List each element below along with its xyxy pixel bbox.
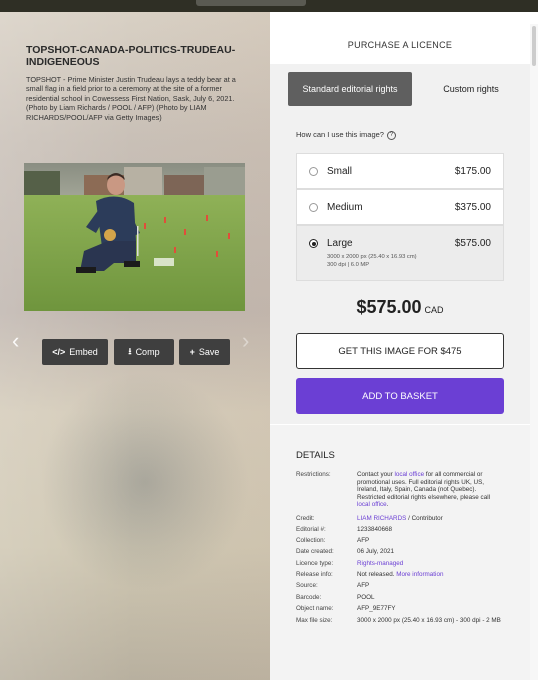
- credit-link[interactable]: LIAM RICHARDS: [357, 515, 406, 522]
- local-office-link-2[interactable]: local office: [357, 501, 387, 508]
- purchase-header: PURCHASE A LICENCE: [347, 40, 453, 50]
- scrollbar[interactable]: [530, 24, 538, 680]
- detail-row-restrictions: Restrictions: Contact your local office …: [296, 471, 510, 511]
- licence-type-link[interactable]: Rights-managed: [357, 560, 503, 568]
- usage-question[interactable]: How can I use this image??: [296, 130, 396, 140]
- embed-label: Embed: [69, 347, 98, 357]
- code-icon: </>: [52, 347, 66, 357]
- save-button[interactable]: + Save: [179, 339, 230, 365]
- total-amount: $575.00: [356, 297, 422, 317]
- size-resolution: 300 dpi | 6.0 MP: [327, 262, 370, 268]
- size-price-small: $175.00: [454, 166, 491, 177]
- size-name-large: Large: [327, 238, 353, 249]
- previous-arrow-icon[interactable]: ‹: [12, 328, 19, 354]
- radio-small[interactable]: [309, 167, 318, 176]
- size-name-small: Small: [327, 166, 353, 177]
- size-dimensions: 3000 x 2000 px (25.40 x 16.93 cm): [327, 254, 417, 260]
- download-icon: ⭳: [128, 346, 132, 356]
- usage-question-text: How can I use this image?: [296, 130, 384, 139]
- tab-standard-editorial-rights[interactable]: Standard editorial rights: [288, 72, 412, 106]
- size-name-medium: Medium: [327, 202, 363, 213]
- comp-button[interactable]: ⭳ Comp: [114, 339, 174, 365]
- top-bar: [0, 0, 538, 12]
- size-option-medium[interactable]: Medium $375.00: [296, 189, 504, 225]
- size-option-small[interactable]: Small $175.00: [296, 153, 504, 189]
- size-details-large: 3000 x 2000 px (25.40 x 16.93 cm) 300 dp…: [327, 253, 417, 269]
- size-price-medium: $375.00: [454, 202, 491, 213]
- plus-icon: +: [189, 347, 195, 357]
- detail-value: Contact your local office for all commer…: [357, 471, 490, 509]
- total-price: $575.00 CAD: [270, 297, 530, 318]
- embed-button[interactable]: </> Embed: [42, 339, 108, 365]
- photo-illustration: [24, 163, 245, 311]
- comp-label: Comp: [135, 347, 160, 357]
- local-office-link[interactable]: local office: [394, 471, 424, 478]
- photo-title: TOPSHOT-CANADA-POLITICS-TRUDEAU-INDIGENE…: [26, 44, 236, 68]
- detail-key: Restrictions:: [296, 471, 331, 478]
- get-this-image-button[interactable]: GET THIS IMAGE FOR $475: [296, 333, 504, 369]
- next-arrow-icon[interactable]: ›: [242, 328, 249, 354]
- currency: CAD: [424, 305, 444, 315]
- photo-image[interactable]: [24, 163, 245, 311]
- photo-caption: TOPSHOT - Prime Minister Justin Trudeau …: [26, 75, 236, 122]
- details-heading: DETAILS: [296, 450, 335, 461]
- tab-custom-rights[interactable]: Custom rights: [420, 72, 522, 106]
- radio-large[interactable]: [309, 239, 318, 248]
- more-information-link[interactable]: More information: [396, 571, 443, 578]
- size-price-large: $575.00: [454, 238, 491, 249]
- save-label: Save: [198, 347, 220, 357]
- size-option-large[interactable]: Large $575.00 3000 x 2000 px (25.40 x 16…: [296, 225, 504, 281]
- radio-medium[interactable]: [309, 203, 318, 212]
- help-icon[interactable]: ?: [386, 130, 396, 140]
- add-to-basket-button[interactable]: ADD TO BASKET: [296, 378, 504, 414]
